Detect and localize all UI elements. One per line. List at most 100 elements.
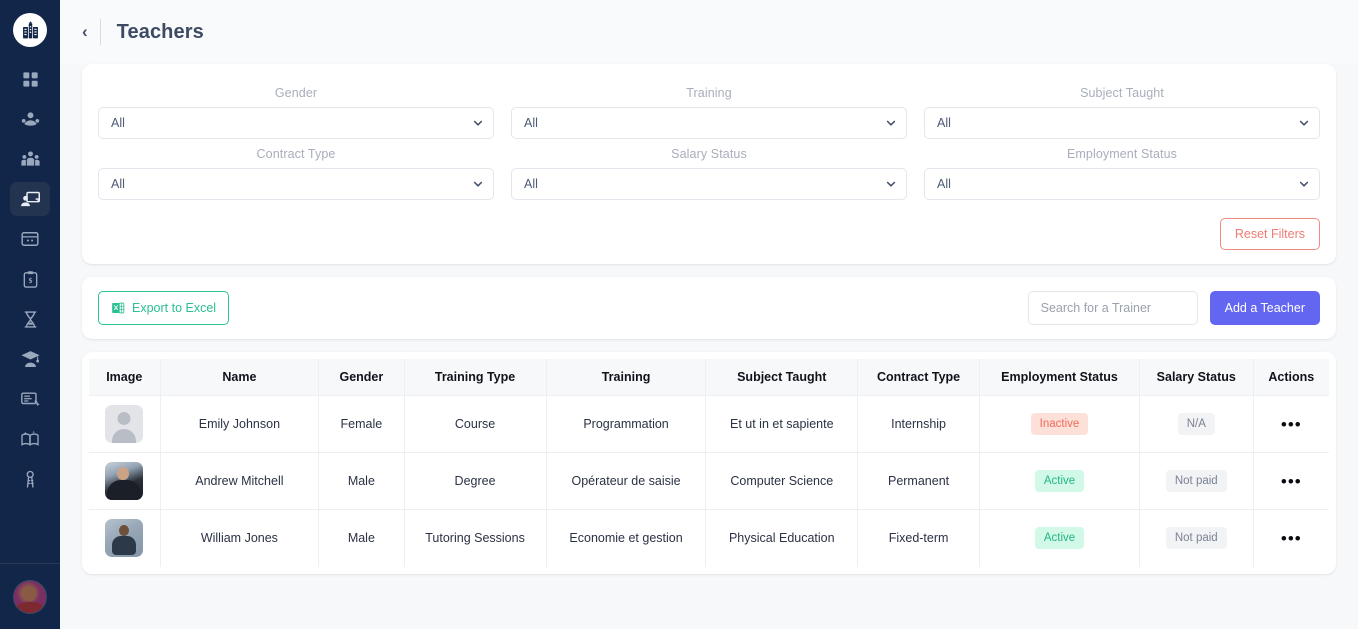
subject-taught-select[interactable]: All: [924, 107, 1320, 139]
export-to-excel-button[interactable]: Export to Excel: [98, 291, 230, 325]
sidebar-item-parents[interactable]: [10, 142, 50, 176]
employment-status-select[interactable]: All: [924, 168, 1320, 200]
training-select-value: All: [524, 116, 538, 130]
employment-status-select-value: All: [937, 177, 951, 191]
sidebar-item-payments[interactable]: $: [10, 262, 50, 296]
excel-icon: [112, 302, 125, 314]
sidebar-item-graduates[interactable]: [10, 342, 50, 376]
cell-contract-type: Fixed-term: [857, 509, 981, 567]
cell-subject-taught: Physical Education: [705, 509, 859, 567]
photo-body: [107, 480, 142, 500]
hourglass-icon: [24, 310, 36, 328]
table-row: Emily Johnson Female Course Programmatio…: [89, 395, 1329, 453]
col-gender: Gender: [318, 359, 405, 396]
add-teacher-button[interactable]: Add a Teacher: [1209, 291, 1320, 325]
page-title: Teachers: [116, 20, 204, 43]
filter-contract-type: Contract Type All: [98, 141, 494, 202]
status-badge: Active: [1034, 469, 1085, 493]
photo-head: [119, 525, 130, 537]
cell-employment-status: Active: [979, 452, 1140, 510]
row-actions-menu-icon[interactable]: •••: [1281, 415, 1302, 434]
training-select[interactable]: All: [511, 107, 907, 139]
clipboard-dollar-icon: $: [23, 270, 37, 288]
sidebar-logo[interactable]: [8, 8, 52, 52]
user-avatar[interactable]: [13, 579, 47, 614]
cell-training-type: Degree: [404, 452, 547, 510]
sidebar-item-access[interactable]: [10, 462, 50, 496]
col-image: Image: [89, 359, 161, 396]
sidebar-item-classes[interactable]: [10, 222, 50, 256]
photo-body: [112, 536, 137, 556]
filter-salary-status: Salary Status All: [511, 141, 907, 202]
cell-gender: Male: [318, 452, 405, 510]
filter-gender: Gender All: [98, 80, 494, 141]
salary-status-select[interactable]: All: [511, 168, 907, 200]
teacher-photo: [105, 462, 144, 500]
col-salary-status: Salary Status: [1139, 359, 1254, 396]
salary-badge: Not paid: [1165, 527, 1227, 550]
row-actions-menu-icon[interactable]: •••: [1281, 472, 1302, 491]
cell-contract-type: Permanent: [857, 452, 981, 510]
chevron-down-icon: [473, 120, 483, 126]
sidebar-item-library[interactable]: [10, 422, 50, 456]
export-to-excel-label: Export to Excel: [132, 301, 217, 315]
topbar: ‹ Teachers: [60, 0, 1358, 64]
sidebar-item-students[interactable]: [10, 102, 50, 136]
back-chevron-icon[interactable]: ‹: [82, 23, 100, 42]
sidebar-item-teachers[interactable]: [10, 182, 50, 216]
filter-label-subject-taught: Subject Taught: [1080, 86, 1164, 100]
table-header-row: Image Name Gender Training Type Training…: [89, 359, 1329, 396]
cell-actions: •••: [1253, 452, 1329, 510]
sidebar: $: [0, 0, 60, 629]
placeholder-head: [117, 412, 131, 425]
teacher-board-icon: [20, 191, 40, 206]
sidebar-item-certificates[interactable]: [10, 382, 50, 416]
dashboard-grid-icon: [22, 71, 38, 87]
cell-image: [89, 509, 161, 567]
chevron-down-icon: [473, 181, 483, 187]
sidebar-nav: $: [0, 62, 60, 496]
certificate-icon: [21, 392, 40, 407]
cell-name: Andrew Mitchell: [160, 452, 320, 510]
gender-select[interactable]: All: [98, 107, 494, 139]
sidebar-item-schedule[interactable]: [10, 302, 50, 336]
open-book-icon: [21, 430, 39, 446]
cell-gender: Male: [318, 509, 405, 567]
contract-type-select[interactable]: All: [98, 168, 494, 200]
status-badge: Active: [1034, 527, 1085, 550]
col-actions: Actions: [1253, 359, 1329, 396]
col-subject-taught: Subject Taught: [705, 359, 859, 396]
sidebar-item-dashboard[interactable]: [10, 62, 50, 96]
cell-employment-status: Inactive: [979, 395, 1140, 453]
filters-grid: Gender All Training All Subject Taught A…: [98, 80, 1320, 202]
cell-image: [89, 395, 161, 453]
cell-salary-status: N/A: [1139, 395, 1254, 453]
table-head: Image Name Gender Training Type Training…: [89, 359, 1329, 396]
cell-employment-status: Active: [979, 509, 1140, 567]
reset-filters-button[interactable]: Reset Filters: [1219, 218, 1320, 250]
filter-label-salary-status: Salary Status: [671, 147, 747, 161]
filter-employment-status: Employment Status All: [924, 141, 1320, 202]
search-input[interactable]: [1027, 291, 1198, 325]
avatar-head: [23, 586, 37, 602]
teachers-table: Image Name Gender Training Type Training…: [89, 359, 1329, 567]
cell-training-type: Tutoring Sessions: [404, 509, 547, 567]
salary-status-select-value: All: [524, 177, 538, 191]
parents-group-icon: [20, 150, 40, 166]
contract-type-select-value: All: [111, 177, 125, 191]
filter-training: Training All: [511, 80, 907, 141]
teacher-photo: [105, 519, 144, 558]
cell-salary-status: Not paid: [1139, 452, 1254, 510]
school-building-icon: [22, 20, 38, 38]
status-badge: Inactive: [1030, 412, 1089, 436]
sidebar-footer: [0, 563, 60, 629]
table-row: William Jones Male Tutoring Sessions Eco…: [89, 509, 1329, 567]
cell-gender: Female: [318, 395, 405, 453]
subject-taught-select-value: All: [937, 116, 951, 130]
row-actions-menu-icon[interactable]: •••: [1281, 529, 1302, 548]
photo-head: [117, 467, 130, 480]
cell-training: Programmation: [546, 395, 707, 453]
chevron-down-icon: [886, 120, 896, 126]
school-building-logo: [13, 13, 47, 47]
title-divider: [99, 19, 101, 45]
